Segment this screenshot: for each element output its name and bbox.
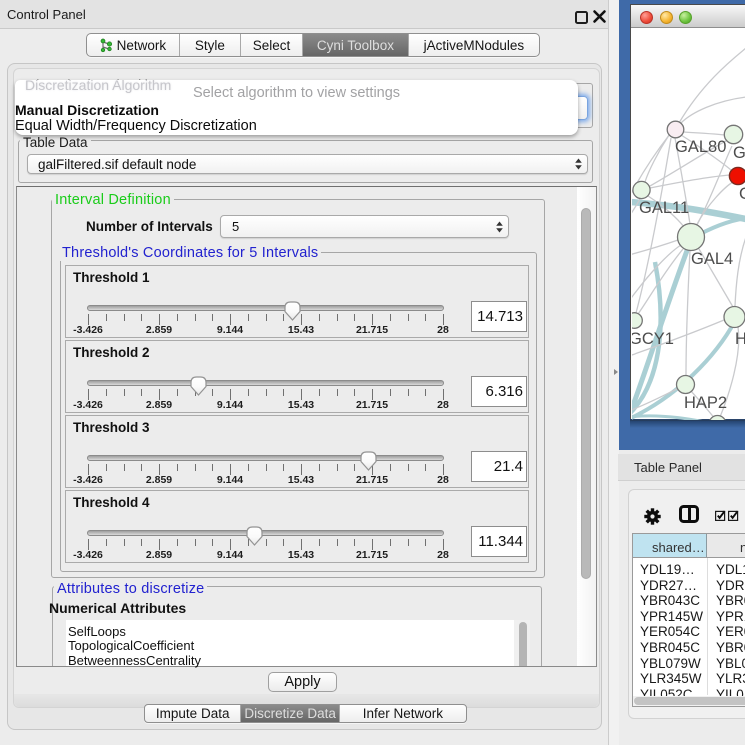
svg-text:HAP2: HAP2	[684, 394, 727, 412]
svg-text:GA: GA	[733, 144, 745, 162]
svg-text:GAL11: GAL11	[639, 199, 689, 217]
svg-text:GAL80: GAL80	[675, 138, 726, 156]
svg-text:GCY1: GCY1	[632, 330, 674, 348]
svg-text:H: H	[735, 330, 745, 348]
svg-text:C: C	[739, 185, 745, 203]
svg-text:GAL4: GAL4	[691, 250, 733, 268]
